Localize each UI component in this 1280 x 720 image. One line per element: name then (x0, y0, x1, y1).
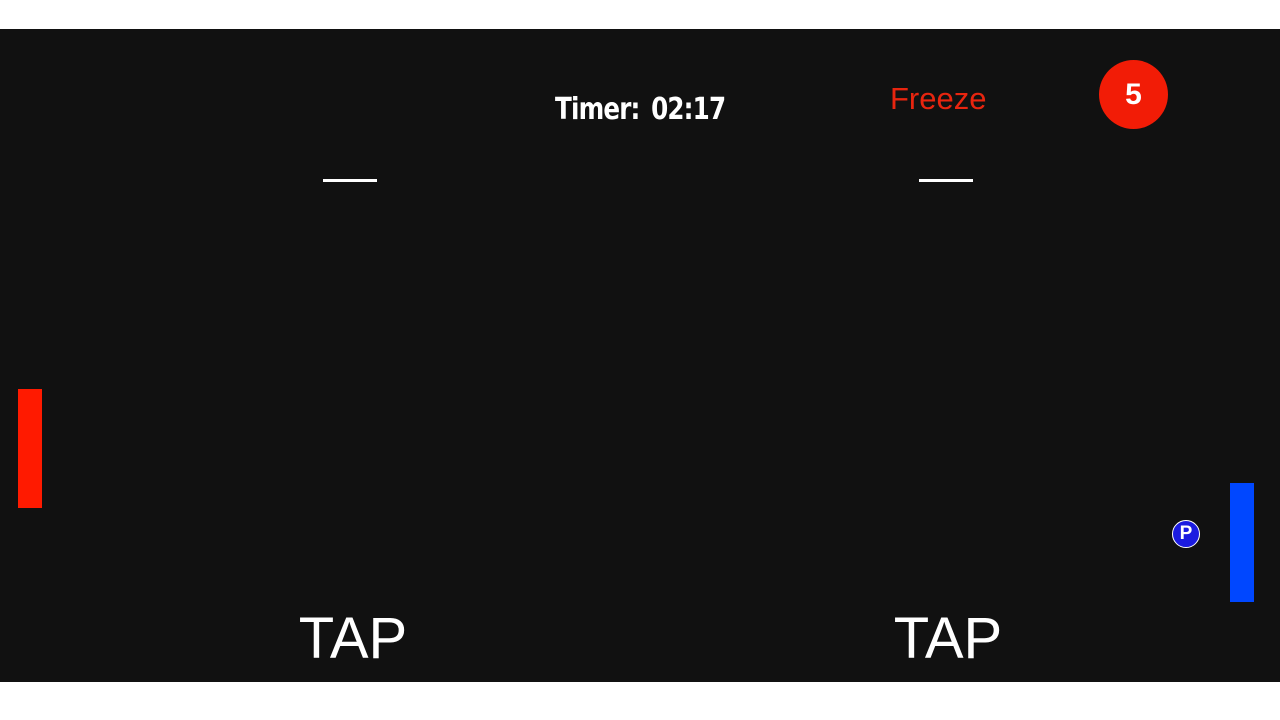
powerup-ball: P (1172, 520, 1200, 548)
freeze-count-badge[interactable]: 5 (1099, 60, 1168, 129)
freeze-button[interactable]: Freeze (890, 81, 986, 117)
right-paddle[interactable] (1230, 483, 1254, 602)
game-field[interactable]: Timer: 02:17 Freeze 5 P TAP TAP (0, 29, 1280, 682)
timer-label: Timer: (555, 92, 640, 127)
left-paddle[interactable] (18, 389, 42, 508)
right-score-indicator (919, 179, 973, 182)
left-score-indicator (323, 179, 377, 182)
left-tap-zone[interactable]: TAP (253, 607, 453, 671)
timer-value: 02:17 (651, 92, 726, 127)
right-tap-zone[interactable]: TAP (848, 607, 1048, 671)
timer: Timer: 02:17 (555, 90, 726, 130)
